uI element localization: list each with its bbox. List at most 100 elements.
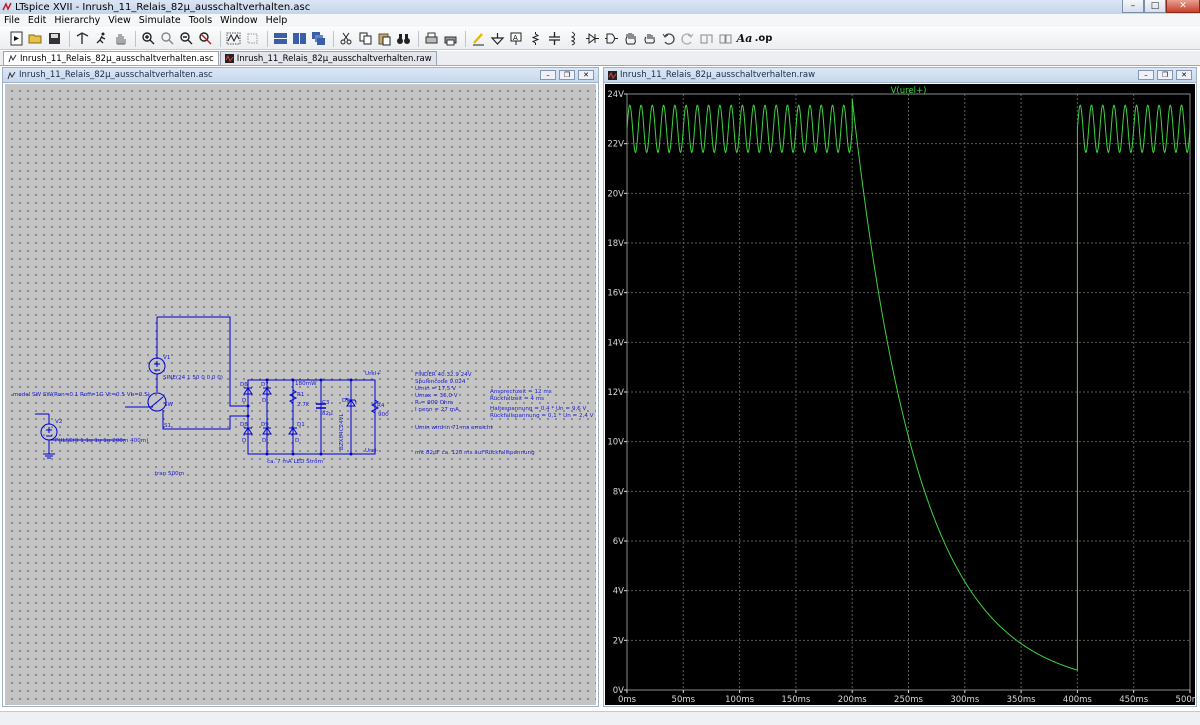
draw-wire-icon[interactable]: [470, 30, 487, 47]
control-panel-icon[interactable]: [74, 30, 91, 47]
halt-hand-icon[interactable]: [112, 30, 129, 47]
close-button[interactable]: ✕: [1166, 0, 1200, 13]
wires: [35, 316, 376, 459]
waveform-file-icon: [608, 70, 617, 80]
waveform-plot-pane[interactable]: 0V 2V 4V 6V 8V 10V 12V 14V 16V 18V 20V 22V 24V 0ms 50…: [605, 84, 1200, 705]
paste-icon[interactable]: [376, 30, 393, 47]
y-axis-ticks: 0V2V4V6V8V10V12V14V16V18V20V22V24V: [607, 90, 627, 696]
x-tick-label: 500ms: [1176, 695, 1195, 705]
netlist-icon[interactable]: [244, 30, 261, 47]
spice-directive-label: .op: [754, 33, 773, 44]
waveform-restore-button[interactable]: ❐: [1157, 70, 1173, 80]
schematic-close-button[interactable]: ✕: [578, 70, 594, 80]
tab-schematic-label: Inrush_11_Relais_82µ_ausschaltverhalten.…: [20, 53, 214, 64]
status-bar: [0, 711, 1200, 725]
zoom-fit-icon[interactable]: [197, 30, 214, 47]
menu-edit[interactable]: Edit: [24, 15, 50, 26]
r4-value: 900: [378, 412, 389, 418]
resistor-icon[interactable]: [527, 30, 544, 47]
undo-icon[interactable]: [660, 30, 677, 47]
relay-info-3: Umax = 36,0 V: [415, 393, 458, 399]
minimize-button[interactable]: –: [1122, 0, 1144, 13]
text-font-icon[interactable]: Aa: [736, 30, 753, 47]
x-tick-label: 100ms: [725, 695, 755, 705]
run-icon[interactable]: [93, 30, 110, 47]
maximize-button[interactable]: □: [1144, 0, 1166, 13]
capacitor-icon[interactable]: [546, 30, 563, 47]
tab-waveform[interactable]: Inrush_11_Relais_82µ_ausschaltverhalten.…: [219, 51, 437, 65]
diode-icon[interactable]: [584, 30, 601, 47]
tab-schematic[interactable]: Inrush_11_Relais_82µ_ausschaltverhalten.…: [3, 51, 219, 65]
d8-model: D: [242, 438, 246, 444]
x-tick-label: 300ms: [950, 695, 980, 705]
tile-vertical-icon[interactable]: [291, 30, 308, 47]
x-tick-label: 0ms: [618, 695, 637, 705]
menu-simulate[interactable]: Simulate: [135, 15, 185, 26]
inductor-icon[interactable]: [565, 30, 582, 47]
d1-model: D: [295, 438, 299, 444]
menu-help[interactable]: Help: [262, 15, 292, 26]
y-tick-label: 6V: [613, 537, 624, 547]
drag-hand-icon[interactable]: [641, 30, 658, 47]
y-tick-label: 18V: [607, 239, 624, 249]
move-hand-icon[interactable]: [622, 30, 639, 47]
y-tick-label: 10V: [607, 438, 624, 448]
x-tick-label: 150ms: [781, 695, 811, 705]
menu-file[interactable]: File: [0, 15, 24, 26]
tran-directive: .tran 500m: [153, 471, 184, 477]
pan-icon[interactable]: [159, 30, 176, 47]
schematic-restore-button[interactable]: ❐: [559, 70, 575, 80]
schematic-window-caption: Inrush_11_Relais_82µ_ausschaltverhalten.…: [3, 68, 598, 83]
redo-icon[interactable]: [679, 30, 696, 47]
ground-icon[interactable]: [489, 30, 506, 47]
zoom-in-icon[interactable]: [140, 30, 157, 47]
y-tick-label: 4V: [613, 587, 624, 597]
copy-icon[interactable]: [357, 30, 374, 47]
spice-directive-icon[interactable]: .op: [754, 30, 773, 47]
power-note: 180mW: [295, 381, 317, 387]
waveform-close-button[interactable]: ✕: [1176, 70, 1192, 80]
menu-view[interactable]: View: [104, 15, 135, 26]
find-binoculars-icon[interactable]: [395, 30, 412, 47]
menu-window[interactable]: Window: [216, 15, 261, 26]
y-tick-label: 14V: [607, 338, 624, 348]
schematic-window-title: Inrush_11_Relais_82µ_ausschaltverhalten.…: [19, 70, 213, 80]
trace-legend-label[interactable]: V(urel+): [891, 86, 927, 96]
menu-hierarchy[interactable]: Hierarchy: [50, 15, 104, 26]
relay-info-4: R = 900 Ohm: [415, 400, 453, 406]
d7-model: D: [262, 398, 266, 404]
component-icon[interactable]: [603, 30, 620, 47]
d5-label: D5: [342, 398, 350, 404]
relay-info-0: FINDER 40.32.9 24V: [415, 372, 472, 378]
waveform-chart: 0V2V4V6V8V10V12V14V16V18V20V22V24V 0ms 50…: [607, 86, 1200, 705]
menu-tools[interactable]: Tools: [185, 15, 216, 26]
rotate-icon[interactable]: [698, 30, 715, 47]
schematic-canvas[interactable]: .model SW SW(Ron=0.1 Roff=1G Vt=0.5 Vh=0…: [5, 84, 596, 705]
y-tick-label: 12V: [607, 388, 624, 398]
print-preview-icon[interactable]: [423, 30, 440, 47]
cascade-icon[interactable]: [310, 30, 327, 47]
net-urel-minus: Urel-: [365, 448, 378, 454]
open-folder-icon[interactable]: [27, 30, 44, 47]
x-tick-label: 350ms: [1007, 695, 1037, 705]
tile-horizontal-icon[interactable]: [272, 30, 289, 47]
c3-label: C3: [322, 400, 330, 406]
waveform-minimize-button[interactable]: –: [1138, 70, 1154, 80]
schematic-icon: [7, 71, 16, 79]
schematic-minimize-button[interactable]: –: [540, 70, 556, 80]
mirror-icon[interactable]: [717, 30, 734, 47]
save-icon[interactable]: [46, 30, 63, 47]
y-tick-label: 22V: [607, 140, 624, 150]
waveform-icon[interactable]: [225, 30, 242, 47]
label-net-icon[interactable]: A: [508, 30, 525, 47]
new-schematic-icon[interactable]: [8, 30, 25, 47]
waveform-file-icon: [224, 54, 234, 63]
v2-label: V2: [55, 419, 62, 425]
c3-value: 82µ: [322, 411, 333, 417]
zoom-out-icon[interactable]: [178, 30, 195, 47]
x-tick-label: 250ms: [894, 695, 924, 705]
print-icon[interactable]: [442, 30, 459, 47]
trace-v-urel-plus[interactable]: [626, 98, 1191, 671]
relay-time-1: Rückfallzeit = 4 ms: [490, 396, 544, 402]
cut-icon[interactable]: [338, 30, 355, 47]
